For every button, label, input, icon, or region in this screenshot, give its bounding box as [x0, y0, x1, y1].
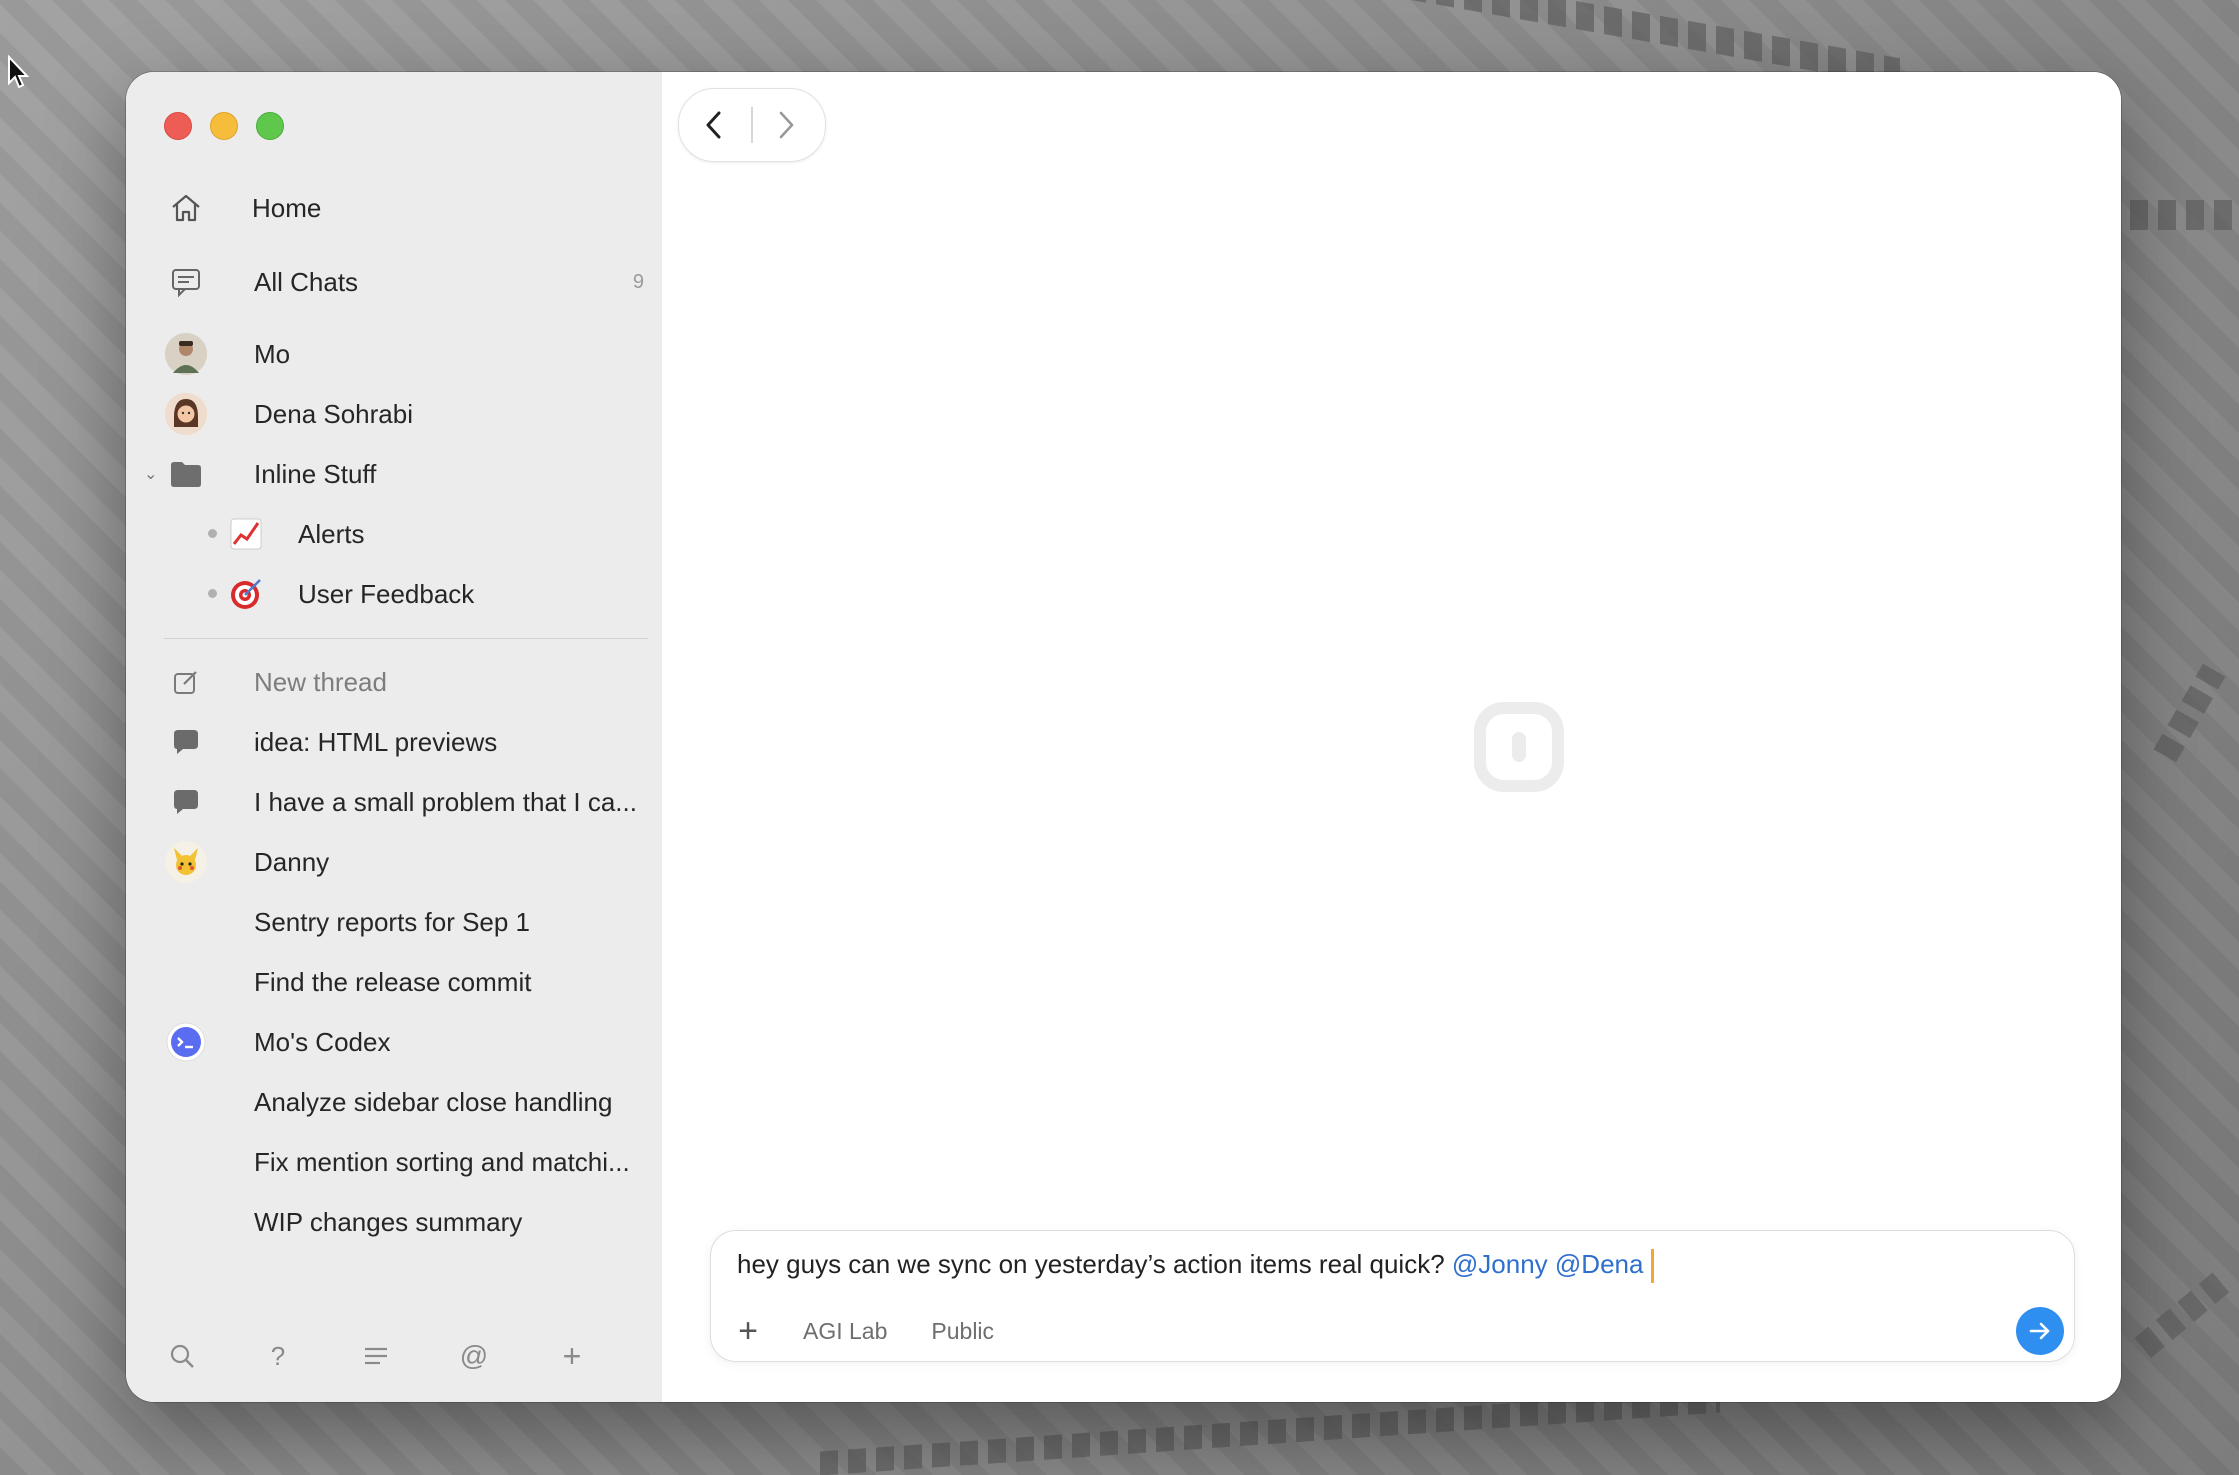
thread-title: Fix mention sorting and matchi... [254, 1146, 630, 1177]
person-avatar-dena [164, 392, 208, 436]
window-zoom-button[interactable] [256, 112, 284, 140]
sidebar-item-label: Inline Stuff [254, 458, 377, 489]
attach-plus-icon[interactable]: + [733, 1314, 763, 1348]
person-avatar-danny [164, 840, 208, 884]
message-composer[interactable]: hey guys can we sync on yesterday’s acti… [710, 1230, 2075, 1362]
chat-bubble-filled-icon [164, 780, 208, 824]
person-avatar-mo [164, 332, 208, 376]
thread-title: Analyze sidebar close handling [254, 1086, 613, 1117]
search-icon[interactable] [162, 1336, 202, 1376]
home-icon [164, 186, 208, 230]
thread-title: Sentry reports for Sep 1 [254, 906, 531, 937]
codex-avatar-icon [164, 1020, 208, 1064]
thread-title: Find the release commit [254, 966, 532, 997]
sidebar-thread-item[interactable]: WIP changes summary [164, 1196, 644, 1248]
list-icon[interactable] [356, 1336, 396, 1376]
sidebar-item-alerts[interactable]: Alerts [164, 508, 644, 560]
thread-title: I have a small problem that I ca... [254, 786, 637, 817]
unread-dot [208, 589, 217, 598]
arrow-right-icon [2029, 1322, 2050, 1340]
mention-token[interactable]: @Jonny [1452, 1249, 1548, 1279]
send-button[interactable] [2016, 1307, 2064, 1355]
sidebar-thread-item[interactable]: idea: HTML previews [164, 716, 644, 768]
chat-bubble-icon [164, 260, 208, 304]
sidebar-item-label: New thread [254, 666, 387, 697]
text-caret [1651, 1249, 1655, 1284]
wallpaper-pattern [2153, 663, 2226, 763]
wallpaper-pattern [2134, 1268, 2235, 1358]
folder-icon [164, 452, 208, 496]
message-text: hey guys can we sync on yesterday’s acti… [737, 1249, 1445, 1279]
mentions-icon[interactable]: @ [454, 1336, 494, 1376]
sidebar-thread-item[interactable]: Find the release commit [164, 956, 644, 1008]
sidebar-item-label: Home [252, 192, 322, 223]
composer-toolbar: + AGI Lab Public [733, 1311, 1038, 1351]
message-input[interactable]: hey guys can we sync on yesterday’s acti… [737, 1249, 1655, 1284]
sidebar-thread-item[interactable]: Analyze sidebar close handling [164, 1076, 644, 1128]
compose-icon [164, 660, 208, 704]
chevron-down-icon[interactable]: ⌄ [144, 464, 157, 484]
back-arrow-icon[interactable] [699, 109, 729, 146]
sidebar-folder-inline-stuff[interactable]: ⌄ Inline Stuff [144, 448, 644, 500]
unread-count-badge: 9 [632, 270, 644, 293]
sidebar-item-mo[interactable]: Mo [164, 328, 644, 380]
new-thread-button[interactable]: New thread [164, 656, 644, 708]
sidebar-thread-item[interactable]: Fix mention sorting and matchi... [164, 1136, 644, 1188]
nav-separator [751, 107, 753, 143]
mouse-cursor-icon [8, 55, 30, 89]
app-logo-icon [1474, 702, 1564, 792]
chart-increasing-icon [224, 512, 268, 556]
history-nav [678, 88, 826, 162]
sidebar: Home All Chats 9 Mo Dena Sohrabi ⌄ Inlin… [126, 72, 662, 1402]
main-content: hey guys can we sync on yesterday’s acti… [662, 72, 2121, 1402]
sidebar-item-label: Alerts [298, 518, 365, 549]
help-icon[interactable]: ? [258, 1336, 298, 1376]
sidebar-item-danny[interactable]: Danny [164, 836, 644, 888]
chat-bubble-filled-icon [164, 720, 208, 764]
sidebar-item-label: All Chats [254, 266, 359, 297]
wallpaper-pattern [2130, 200, 2239, 230]
sidebar-divider [164, 638, 648, 639]
plus-icon[interactable]: + [552, 1336, 592, 1376]
forward-arrow-icon[interactable] [771, 109, 801, 146]
thread-title: idea: HTML previews [254, 726, 498, 757]
sidebar-thread-item[interactable]: Sentry reports for Sep 1 [164, 896, 644, 948]
sidebar-bottom-toolbar: ? @ + [164, 1336, 644, 1376]
sidebar-item-label: Mo [254, 338, 291, 369]
app-window: Home All Chats 9 Mo Dena Sohrabi ⌄ Inlin… [126, 72, 2121, 1402]
sidebar-item-dena-sohrabi[interactable]: Dena Sohrabi [164, 388, 644, 440]
thread-title: WIP changes summary [254, 1206, 523, 1237]
sidebar-item-mos-codex[interactable]: Mo's Codex [164, 1016, 644, 1068]
window-close-button[interactable] [164, 112, 192, 140]
sidebar-item-label: Danny [254, 846, 330, 877]
sidebar-item-label: Dena Sohrabi [254, 398, 413, 429]
space-selector[interactable]: AGI Lab [803, 1318, 887, 1345]
sidebar-item-label: User Feedback [298, 578, 475, 609]
unread-dot [208, 529, 217, 538]
sidebar-thread-item[interactable]: I have a small problem that I ca... [164, 776, 644, 828]
sidebar-item-label: Mo's Codex [254, 1026, 391, 1057]
sidebar-item-all-chats[interactable]: All Chats 9 [164, 256, 644, 308]
sidebar-item-home[interactable]: Home [164, 182, 644, 234]
window-minimize-button[interactable] [210, 112, 238, 140]
sidebar-item-user-feedback[interactable]: User Feedback [164, 568, 644, 620]
mention-token[interactable]: @Dena [1555, 1249, 1644, 1279]
visibility-selector[interactable]: Public [931, 1318, 994, 1345]
direct-hit-icon [224, 572, 268, 616]
